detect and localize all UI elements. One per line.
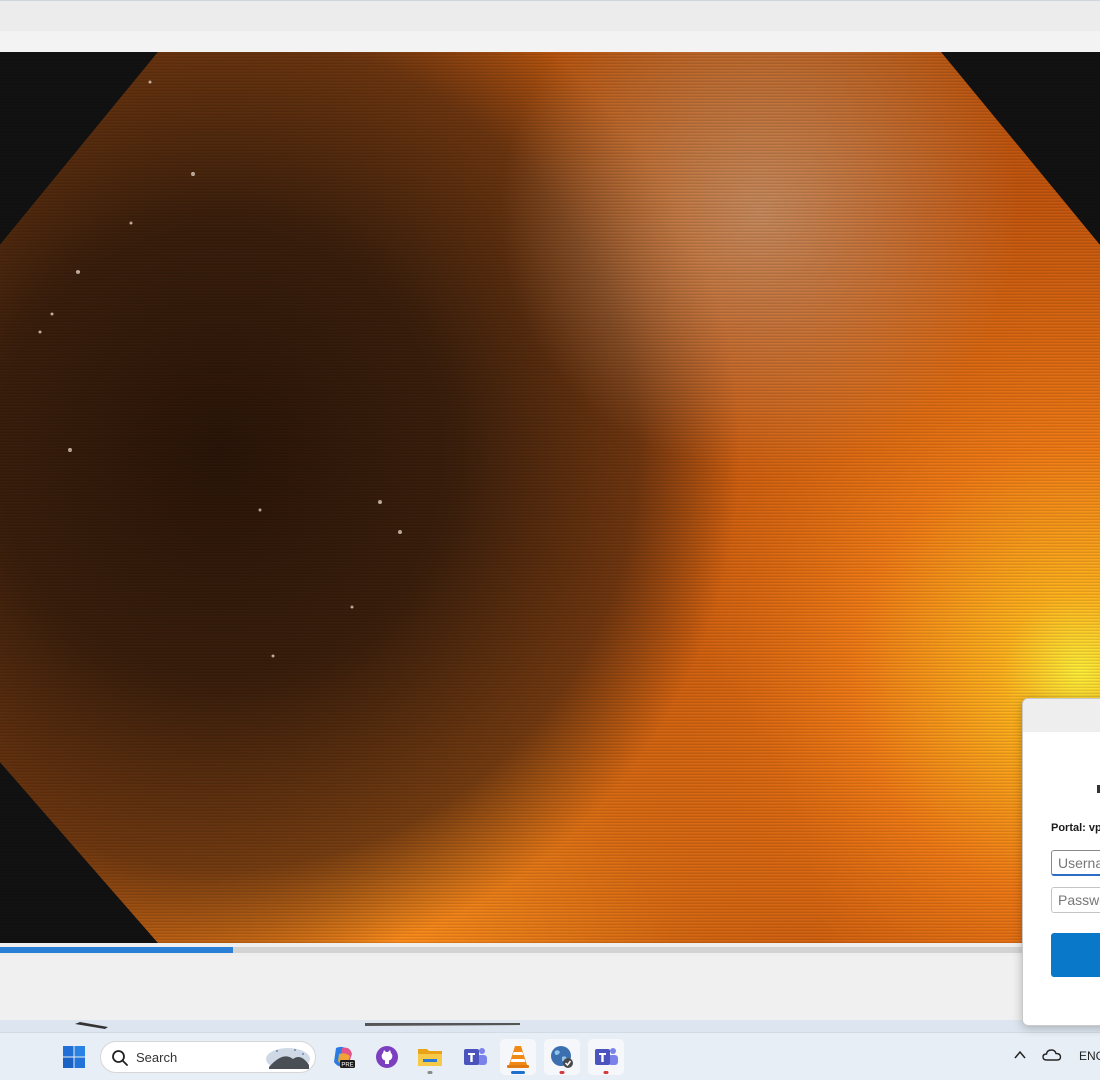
file-explorer-icon	[418, 1049, 442, 1066]
taskbar-app-teams[interactable]	[457, 1039, 493, 1075]
search-highlight-art-icon	[266, 1048, 310, 1069]
taskbar-app-copilot[interactable]: PRE	[325, 1039, 361, 1075]
vpn-login-dialog: Portal: vp	[1022, 698, 1100, 1026]
vpn-globe-icon	[551, 1046, 573, 1068]
language-indicator[interactable]: ENG	[1079, 1049, 1100, 1063]
active-indicator	[511, 1071, 525, 1074]
chevron-up-icon[interactable]	[1012, 1047, 1028, 1063]
teams-work-icon	[595, 1048, 618, 1065]
window-menubar	[0, 31, 1100, 52]
connect-button[interactable]	[1051, 933, 1100, 977]
teams-icon	[464, 1048, 487, 1065]
taskbar-app-teams-work[interactable]	[588, 1039, 624, 1075]
vlc-icon	[507, 1046, 529, 1068]
video-frame[interactable]	[0, 52, 1100, 943]
taskbar: Search PRE EN	[0, 1032, 1100, 1080]
seek-bar[interactable]	[0, 943, 1100, 956]
seek-progress	[0, 947, 234, 953]
window-titlebar	[0, 0, 1100, 31]
onedrive-cloud-icon[interactable]	[1042, 1047, 1062, 1063]
alert-indicator	[603, 1071, 609, 1074]
desktop-wallpaper-detail	[75, 1022, 520, 1029]
dialog-titlebar[interactable]	[1023, 699, 1100, 732]
github-icon	[376, 1046, 398, 1068]
start-button[interactable]	[56, 1039, 92, 1075]
copilot-pre-icon: PRE	[334, 1046, 355, 1069]
portal-label: Portal: vp	[1051, 822, 1100, 834]
video-image	[0, 52, 1100, 943]
svg-text:PRE: PRE	[341, 1063, 353, 1069]
taskbar-app-file-explorer[interactable]	[412, 1039, 448, 1075]
taskbar-search[interactable]: Search	[100, 1041, 316, 1073]
taskbar-app-github[interactable]	[369, 1039, 405, 1075]
password-field[interactable]	[1051, 887, 1100, 913]
running-indicator	[427, 1071, 433, 1074]
player-controls-bar	[0, 956, 1100, 1020]
search-label: Search	[136, 1050, 178, 1065]
taskbar-app-vlc[interactable]	[500, 1039, 536, 1075]
alert-indicator	[559, 1071, 565, 1074]
taskbar-app-vpn[interactable]	[544, 1039, 580, 1075]
desktop-background	[0, 1020, 1100, 1032]
seek-track	[0, 947, 1100, 953]
windows-start-icon	[63, 1046, 85, 1068]
username-field[interactable]	[1051, 850, 1100, 876]
search-icon	[112, 1050, 128, 1066]
